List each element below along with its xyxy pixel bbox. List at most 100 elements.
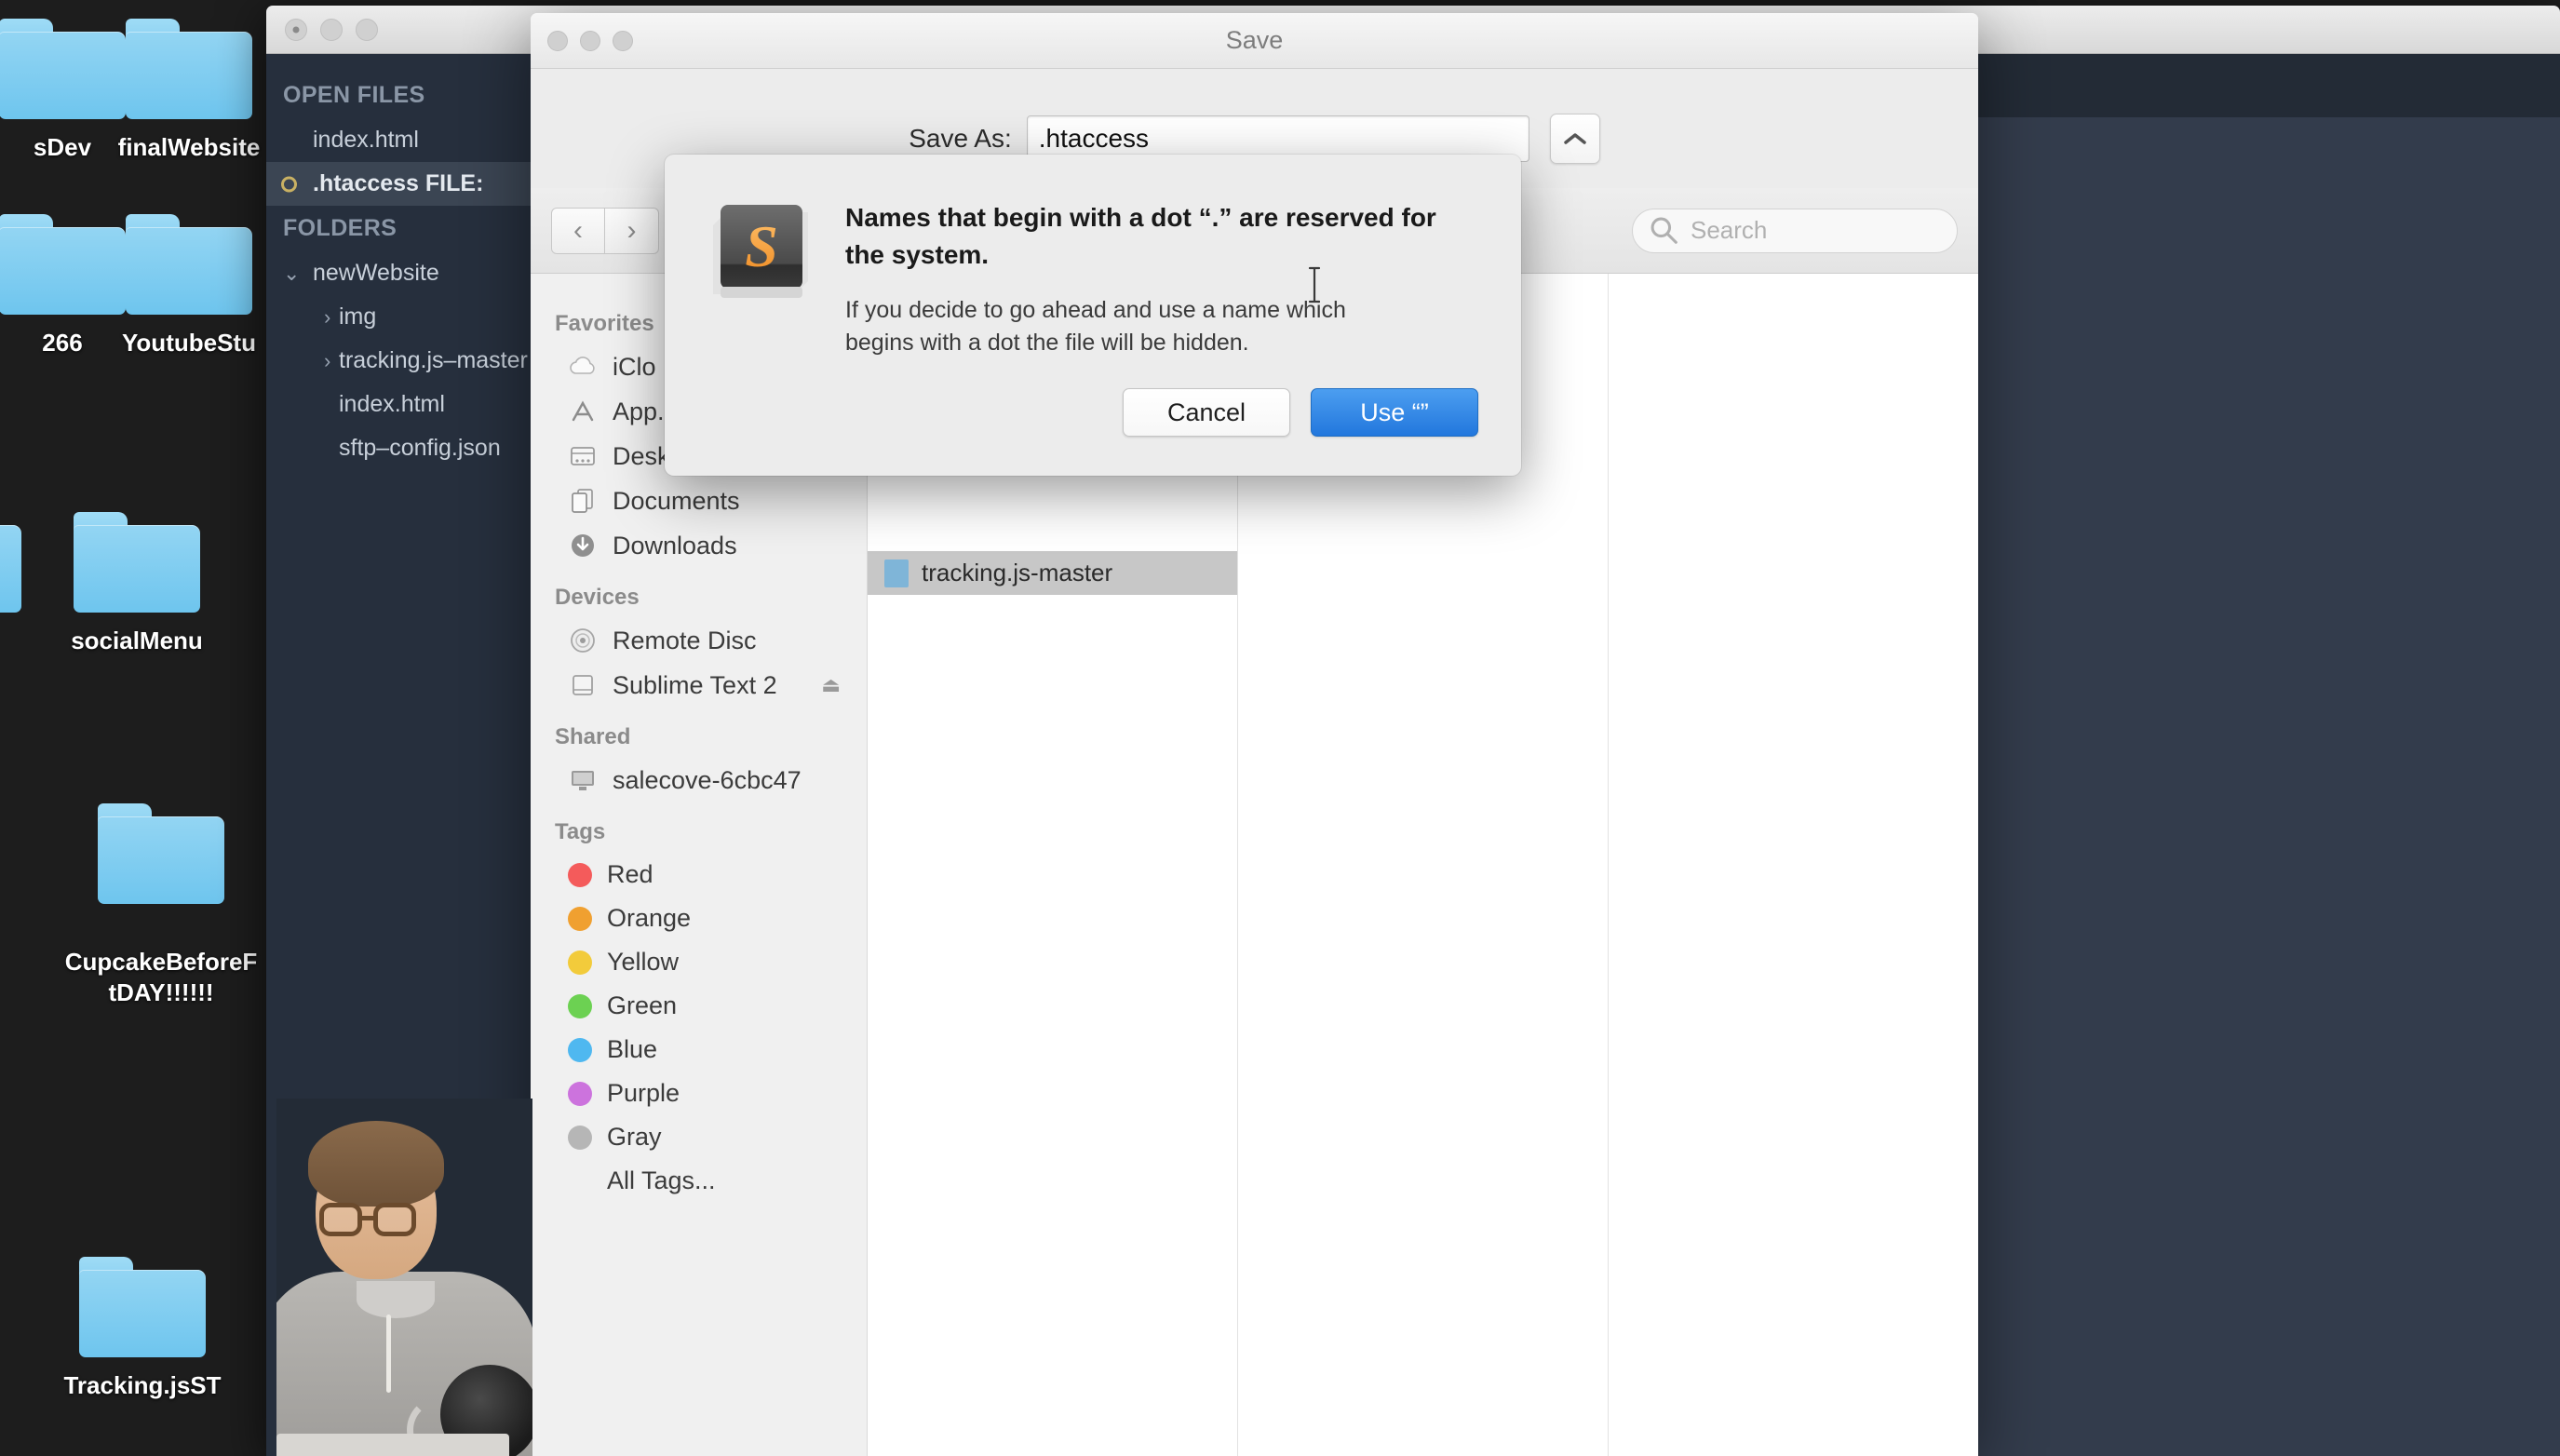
tag-dot-icon bbox=[568, 950, 592, 975]
sidebar-item-remote-disc[interactable]: Remote Disc bbox=[531, 618, 867, 663]
disc-icon bbox=[571, 628, 595, 653]
tag-item-gray[interactable]: Gray bbox=[531, 1115, 867, 1159]
folder-icon bbox=[0, 512, 21, 613]
sidebar-item-label: Documents bbox=[613, 486, 740, 515]
unsaved-dot-icon bbox=[281, 176, 297, 192]
tag-item-red[interactable]: Red bbox=[531, 853, 867, 897]
tag-label: Gray bbox=[607, 1123, 662, 1151]
tag-item-green[interactable]: Green bbox=[531, 984, 867, 1028]
webcam-glasses-right bbox=[373, 1203, 416, 1236]
sidebar-item-label: Downloads bbox=[613, 531, 737, 559]
tag-label: Blue bbox=[607, 1035, 658, 1063]
eject-icon[interactable]: ⏏ bbox=[821, 673, 841, 697]
sidebar-item-downloads[interactable]: Downloads bbox=[531, 523, 867, 568]
folder-icon bbox=[126, 19, 252, 119]
file-label: index.html bbox=[339, 391, 445, 417]
folder-tracking-js-master[interactable]: › tracking.js–master bbox=[266, 339, 536, 383]
open-file-index-html[interactable]: index.html bbox=[266, 118, 536, 162]
webcam-person-collar bbox=[357, 1281, 435, 1318]
open-file-label: .htaccess FILE: bbox=[313, 170, 484, 196]
webcam-overlay bbox=[276, 1099, 532, 1456]
webcam-person-hair bbox=[308, 1121, 444, 1207]
open-file-label: index.html bbox=[313, 127, 419, 153]
desktop-icon-label: socialMenu bbox=[71, 627, 203, 654]
tag-dot-icon bbox=[568, 862, 592, 887]
documents-icon bbox=[572, 489, 593, 513]
webcam-laptop bbox=[276, 1434, 509, 1456]
shared-header: Shared bbox=[555, 724, 631, 749]
save-dialog-title: Save bbox=[1225, 26, 1284, 54]
desktop-icon[interactable]: CupcakeBeforeF tDAY!!!!!! bbox=[45, 773, 277, 1038]
file-index-html[interactable]: index.html bbox=[266, 383, 536, 426]
folder-icon bbox=[98, 802, 224, 904]
display-icon bbox=[572, 771, 594, 790]
tag-item-purple[interactable]: Purple bbox=[531, 1072, 867, 1115]
open-file-htaccess[interactable]: .htaccess FILE: bbox=[266, 162, 536, 206]
desktop-icon bbox=[571, 447, 595, 465]
sidebar-item-label: iClo bbox=[613, 352, 656, 381]
tag-item-all-tags[interactable]: All Tags... bbox=[531, 1159, 867, 1203]
use-button[interactable]: Use “” bbox=[1311, 388, 1478, 437]
finder-column-3[interactable] bbox=[1609, 274, 1978, 1456]
minimize-button[interactable] bbox=[320, 18, 343, 41]
tag-item-blue[interactable]: Blue bbox=[531, 1028, 867, 1072]
folder-icon bbox=[126, 214, 252, 315]
back-button[interactable]: ‹ bbox=[551, 207, 605, 254]
sidebar-item-label: Remote Disc bbox=[613, 626, 757, 654]
downloads-icon bbox=[572, 534, 594, 557]
tag-dot-icon bbox=[568, 1081, 592, 1106]
sidebar-item-salecove[interactable]: salecove-6cbc47 bbox=[531, 758, 867, 802]
folder-icon bbox=[74, 512, 200, 613]
save-as-label: Save As: bbox=[909, 124, 1012, 153]
zoom-button[interactable] bbox=[356, 18, 378, 41]
tag-dot-icon bbox=[568, 906, 592, 931]
sublime-text-icon: S bbox=[713, 205, 808, 298]
search-field[interactable]: Search bbox=[1632, 208, 1958, 253]
sidebar-item-sublime-text-2[interactable]: Sublime Text 2 ⏏ bbox=[531, 663, 867, 708]
drive-icon bbox=[573, 675, 593, 695]
folder-label: tracking.js–master bbox=[339, 347, 528, 373]
sidebar-item-label: salecove-6cbc47 bbox=[613, 765, 802, 794]
alert-buttons: Cancel Use “” bbox=[1123, 388, 1478, 437]
desktop-icon[interactable]: socialMenu bbox=[20, 512, 253, 656]
folders-header: FOLDERS bbox=[283, 215, 397, 241]
tag-label: Purple bbox=[607, 1079, 680, 1107]
folder-icon bbox=[79, 1257, 206, 1357]
close-button[interactable] bbox=[285, 18, 307, 41]
file-label: sftp–config.json bbox=[339, 435, 501, 461]
tag-label: Green bbox=[607, 991, 678, 1019]
search-placeholder: Search bbox=[1691, 216, 1768, 244]
alert-headline: Names that begin with a dot “.” are rese… bbox=[845, 203, 1436, 269]
file-sftp-config-json[interactable]: sftp–config.json bbox=[266, 426, 536, 470]
finder-row-selected[interactable]: tracking.js-master bbox=[868, 551, 1237, 595]
tag-dot-icon bbox=[568, 993, 592, 1018]
chevron-up-icon[interactable] bbox=[1549, 114, 1600, 164]
tag-item-yellow[interactable]: Yellow bbox=[531, 940, 867, 984]
chevron-right-icon: › bbox=[324, 348, 331, 372]
folder-img[interactable]: › img bbox=[266, 295, 536, 339]
open-files-header: OPEN FILES bbox=[283, 82, 425, 108]
tag-label: All Tags... bbox=[607, 1166, 716, 1194]
alert-body-text: If you decide to go ahead and use a name… bbox=[845, 296, 1346, 357]
tag-dot-icon bbox=[568, 1125, 592, 1150]
tag-label: Orange bbox=[607, 904, 692, 932]
screen-root: sDev finalWebsite 266 YoutubeStu s socia… bbox=[0, 0, 2560, 1456]
tag-label: Yellow bbox=[607, 948, 680, 976]
folder-newwebsite[interactable]: ⌄ newWebsite bbox=[266, 251, 536, 295]
tag-item-orange[interactable]: Orange bbox=[531, 897, 867, 940]
sidebar-item-label: Sublime Text 2 bbox=[613, 670, 777, 699]
file-icon bbox=[884, 559, 909, 587]
desktop-icon[interactable]: Tracking.jsST bbox=[26, 1257, 259, 1401]
desktop-icon-label: CupcakeBeforeF tDAY!!!!!! bbox=[64, 948, 258, 1006]
finder-row-label: tracking.js-master bbox=[922, 559, 1113, 586]
cancel-button[interactable]: Cancel bbox=[1123, 388, 1290, 437]
folder-label: newWebsite bbox=[313, 260, 439, 286]
forward-button[interactable]: › bbox=[605, 207, 659, 254]
chevron-right-icon: › bbox=[324, 304, 331, 329]
sidebar-item-documents[interactable]: Documents bbox=[531, 479, 867, 523]
folder-label: img bbox=[339, 303, 377, 330]
i-beam-cursor bbox=[1307, 266, 1321, 303]
alert-dialog[interactable]: S Names that begin with a dot “.” are re… bbox=[665, 155, 1521, 476]
webcam-glasses-left bbox=[319, 1203, 362, 1236]
save-dialog-titlebar: Save bbox=[531, 13, 1978, 69]
